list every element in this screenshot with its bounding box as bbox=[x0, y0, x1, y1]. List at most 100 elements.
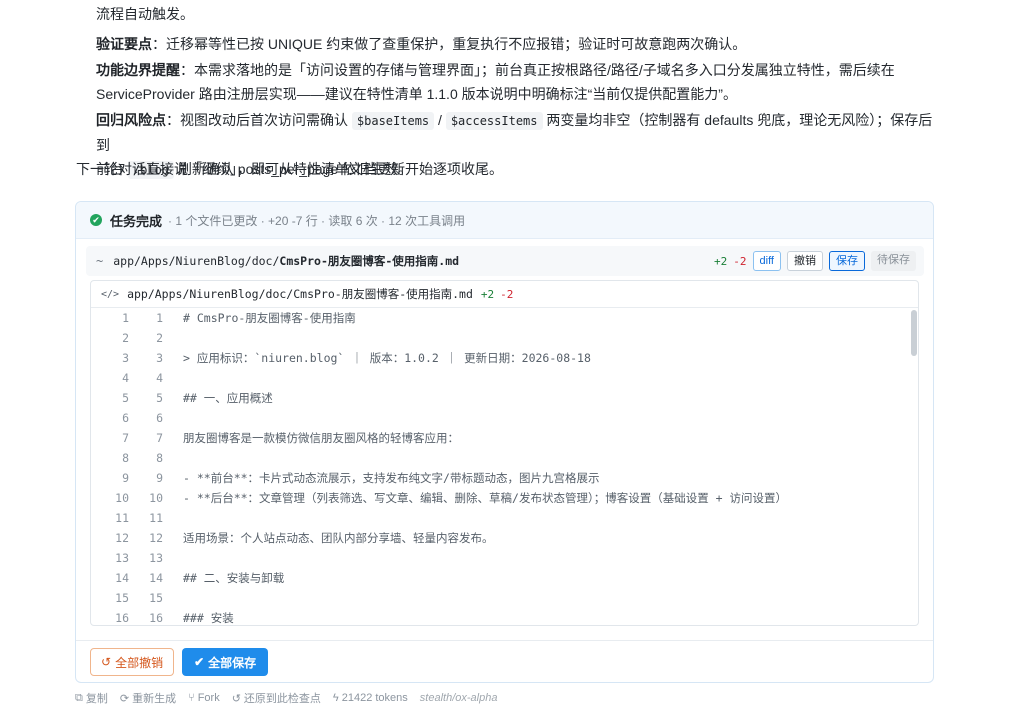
old-line-number: 16 bbox=[115, 611, 129, 625]
verify-point-text: ：迁移幂等性已按 UNIQUE 约束做了查重保护，重复执行不应报错；验证时可故意… bbox=[152, 36, 747, 52]
fork-icon: ⑂ bbox=[188, 692, 195, 704]
old-line-number: 11 bbox=[115, 511, 129, 525]
fork-label: Fork bbox=[197, 692, 220, 704]
boundary-paragraph: 功能边界提醒：本需求落地的是「访问设置的存储与管理界面」；前台真正按根路径/路径… bbox=[76, 58, 936, 106]
code-line: 1 1 # CmsPro-朋友圈博客-使用指南 bbox=[91, 308, 918, 328]
inline-code-base-items: $baseItems bbox=[351, 112, 435, 130]
old-line-number: 9 bbox=[122, 471, 129, 485]
undo-icon: ↺ bbox=[101, 655, 112, 669]
file-path: app/Apps/NiurenBlog/doc/CmsPro-朋友圈博客-使用指… bbox=[113, 253, 459, 269]
new-line-number: 7 bbox=[156, 431, 163, 445]
pending-save-badge: 待保存 bbox=[871, 251, 916, 271]
save-all-label: 全部保存 bbox=[208, 655, 257, 670]
code-line-text: - **前台**：卡片式动态流展示，支持发布纯文字/带标题动态，图片九宫格展示 bbox=[183, 471, 600, 485]
inline-code-access-items: $accessItems bbox=[445, 112, 543, 130]
old-line-number: 1 bbox=[122, 311, 129, 325]
code-preview-header: </> app/Apps/NiurenBlog/doc/CmsPro-朋友圈博客… bbox=[91, 281, 918, 308]
token-count-label: 21422 tokens bbox=[341, 692, 408, 704]
code-line: 7 7 朋友圈博客是一款模仿微信朋友圈风格的轻博客应用： bbox=[91, 428, 918, 448]
check-circle-icon: ✔ bbox=[90, 214, 102, 226]
restore-label: 还原到此检查点 bbox=[243, 693, 321, 705]
code-line-text: - **后台**：文章管理（列表筛选、写文章、编辑、删除、草稿/发布状态管理）；… bbox=[183, 491, 787, 505]
code-line-text: ### 安装 bbox=[183, 611, 234, 625]
code-lines[interactable]: 1 1 # CmsPro-朋友圈博客-使用指南 2 2 3 3 > 应用标识：`niuren.… bbox=[91, 308, 918, 625]
old-line-number: 4 bbox=[122, 371, 129, 385]
code-line: 88 bbox=[91, 448, 918, 468]
card-meta: · 1 个文件已更改 · +20 -7 行 · 读取 6 次 · 12 次工具调… bbox=[168, 213, 466, 228]
code-line-text: 适用场景：个人站点动态、团队内部分享墙、轻量内容发布。 bbox=[183, 531, 494, 545]
code-line: 12 12 适用场景：个人站点动态、团队内部分享墙、轻量内容发布。 bbox=[91, 528, 918, 548]
lines-added: +2 bbox=[714, 254, 728, 268]
undo-button[interactable]: 撤销 bbox=[787, 251, 823, 271]
scrollbar-thumb[interactable] bbox=[911, 310, 917, 356]
code-line: 10 10 - **后台**：文章管理（列表筛选、写文章、编辑、删除、草稿/发布状态… bbox=[91, 488, 918, 508]
boundary-text-1: ：本需求落地的是「访问设置的存储与管理界面」；前台真正按根路径/路径/子域名多入… bbox=[180, 62, 895, 78]
card-title: 任务完成 bbox=[110, 213, 163, 229]
new-line-number: 14 bbox=[149, 571, 163, 585]
code-line: 13 13 bbox=[91, 548, 918, 568]
regenerate-action[interactable]: ⟳ 重新生成 bbox=[120, 690, 176, 706]
task-result-card: ✔ 任务完成 · 1 个文件已更改 · +20 -7 行 · 读取 6 次 · … bbox=[75, 201, 934, 683]
code-line: 66 bbox=[91, 408, 918, 428]
undo-all-label: 全部撤销 bbox=[115, 655, 164, 670]
lines-removed: -2 bbox=[733, 254, 747, 268]
old-line-number: 5 bbox=[122, 391, 129, 405]
code-line: 11 11 bbox=[91, 508, 918, 528]
code-line: 3 3 > 应用标识：`niuren.blog` ｜ 版本：1.0.2 ｜ 更新日期… bbox=[91, 348, 918, 368]
old-line-number: 7 bbox=[122, 431, 129, 445]
new-line-number: 9 bbox=[156, 471, 163, 485]
card-footer: ↺ 全部撤销 ✔ 全部保存 bbox=[76, 640, 933, 683]
verify-point-label: 验证要点 bbox=[96, 36, 152, 52]
new-line-number: 1 bbox=[156, 311, 163, 325]
code-lines-removed: -2 bbox=[500, 287, 514, 301]
code-preview-panel: </> app/Apps/NiurenBlog/doc/CmsPro-朋友圈博客… bbox=[90, 280, 919, 626]
bolt-icon: ϟ bbox=[332, 692, 339, 704]
code-line-text: > 应用标识：`niuren.blog` ｜ 版本：1.0.2 ｜ 更新日期：2… bbox=[183, 351, 591, 365]
undo-all-button[interactable]: ↺ 全部撤销 bbox=[90, 648, 175, 676]
code-line-text: 朋友圈博客是一款模仿微信朋友圈风格的轻博客应用： bbox=[183, 431, 459, 445]
old-line-number: 15 bbox=[115, 591, 129, 605]
diff-button[interactable]: diff bbox=[752, 251, 781, 271]
old-line-number: 3 bbox=[122, 351, 129, 365]
old-line-number: 8 bbox=[122, 451, 129, 465]
card-header: ✔ 任务完成 · 1 个文件已更改 · +20 -7 行 · 读取 6 次 · … bbox=[76, 202, 933, 239]
new-line-number: 16 bbox=[149, 611, 163, 625]
new-line-number: 5 bbox=[156, 391, 163, 405]
code-line: 14 14 ## 二、安装与卸载 bbox=[91, 568, 918, 588]
restore-checkpoint-action[interactable]: ↺ 还原到此检查点 bbox=[232, 690, 321, 706]
new-line-number: 15 bbox=[149, 591, 163, 605]
save-all-button[interactable]: ✔ 全部保存 bbox=[182, 648, 269, 676]
old-line-number: 14 bbox=[115, 571, 129, 585]
changed-file-row[interactable]: ~ app/Apps/NiurenBlog/doc/CmsPro-朋友圈博客-使… bbox=[86, 246, 924, 276]
inline-code-separator: / bbox=[438, 112, 442, 128]
check-icon: ✔ bbox=[194, 655, 205, 669]
fork-action[interactable]: ⑂ Fork bbox=[188, 692, 220, 704]
save-button[interactable]: 保存 bbox=[829, 251, 865, 271]
verify-point-paragraph: 验证要点：迁移幂等性已按 UNIQUE 约束做了查重保护，重复执行不应报错；验证… bbox=[76, 32, 936, 56]
token-count: ϟ 21422 tokens bbox=[333, 692, 408, 704]
file-actions: +2 -2 diff 撤销 保存 待保存 bbox=[714, 251, 924, 271]
code-line: 44 bbox=[91, 368, 918, 388]
code-line-text: # CmsPro-朋友圈博客-使用指南 bbox=[183, 311, 356, 325]
prose-line: 流程自动触发。 bbox=[96, 6, 194, 22]
regression-label: 回归风险点 bbox=[96, 112, 166, 128]
new-line-number: 3 bbox=[156, 351, 163, 365]
copy-label: 复制 bbox=[85, 693, 108, 705]
boundary-text-2: ServiceProvider 路由注册层实现——建议在特性清单 1.1.0 版… bbox=[96, 86, 737, 102]
new-line-number: 13 bbox=[149, 551, 163, 565]
tilde-icon: ~ bbox=[96, 254, 104, 268]
history-icon: ↺ bbox=[231, 692, 241, 705]
code-line: 5 5 ## 一、应用概述 bbox=[91, 388, 918, 408]
old-line-number: 6 bbox=[122, 411, 129, 425]
new-line-number: 10 bbox=[149, 491, 163, 505]
refresh-icon: ⟳ bbox=[119, 692, 130, 705]
model-name: stealth/ox-alpha bbox=[419, 692, 498, 704]
old-line-number: 10 bbox=[115, 491, 129, 505]
copy-action[interactable]: ⧉ 复制 bbox=[75, 690, 108, 706]
